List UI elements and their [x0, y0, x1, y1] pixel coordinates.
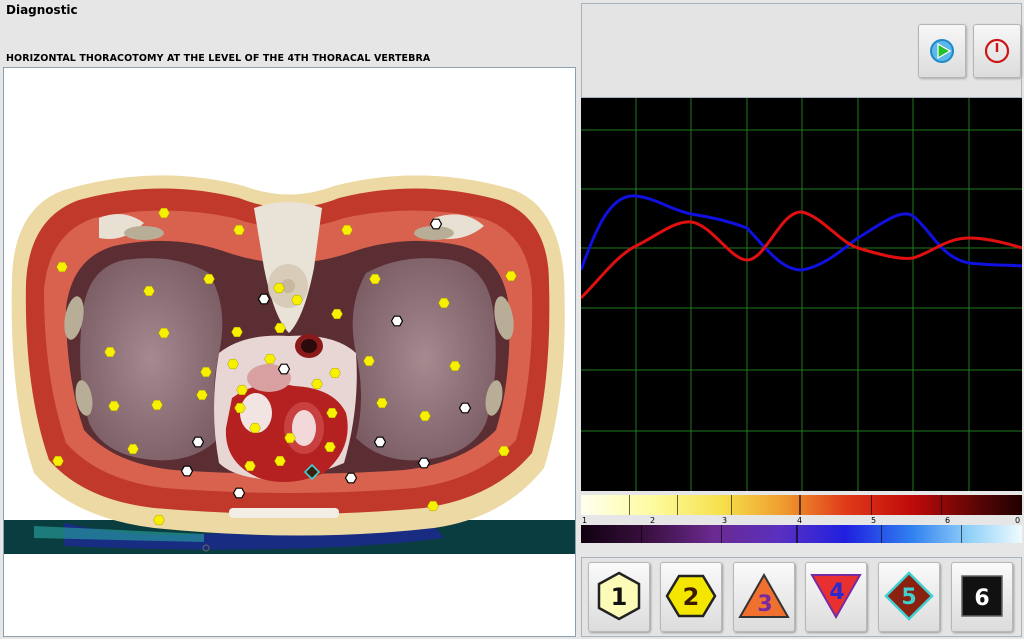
spectrum-svg: 1 2 3 4 5 6 0	[581, 495, 1022, 543]
marker-label-2: 2	[683, 583, 700, 611]
marker-label-6: 6	[974, 586, 989, 611]
white-hex-marker[interactable]	[277, 363, 291, 375]
triangle-down-marker-icon: 4	[810, 574, 862, 620]
signal-graph-svg	[579, 98, 1023, 491]
hexagon-marker-icon: 1	[597, 571, 641, 621]
triangle-up-marker-icon: 3	[738, 572, 790, 618]
marker-button-6[interactable]: 6	[951, 562, 1013, 632]
white-hex-marker[interactable]	[429, 218, 443, 230]
marker-label-3: 3	[757, 592, 772, 617]
play-icon	[930, 39, 954, 63]
scale-label-6: 6	[945, 516, 950, 525]
marker-button-4[interactable]: 4	[805, 562, 867, 632]
scale-label-4: 4	[797, 516, 802, 525]
right-pane: 1 2 3 4 5 6 0 1 2 3 4 5 6	[579, 3, 1023, 637]
power-icon	[984, 38, 1010, 64]
color-spectrum-scale: 1 2 3 4 5 6 0	[581, 493, 1022, 545]
power-button[interactable]	[973, 24, 1021, 78]
scale-label-5: 5	[871, 516, 876, 525]
thorax-cross-section-image[interactable]	[4, 68, 576, 637]
marker-button-3[interactable]: 3	[733, 562, 795, 632]
diamond-marker-icon: 5	[884, 571, 934, 621]
white-hex-marker[interactable]	[232, 487, 246, 499]
play-button[interactable]	[918, 24, 966, 78]
scale-label-0: 0	[1015, 516, 1020, 525]
window-title: Diagnostic	[6, 3, 78, 17]
marker-button-2[interactable]: 2	[660, 562, 722, 632]
white-hex-marker[interactable]	[373, 436, 387, 448]
scan-image-panel	[3, 67, 576, 637]
marker-label-1: 1	[611, 583, 628, 611]
marker-label-5: 5	[901, 585, 916, 610]
marker-button-1[interactable]: 1	[588, 562, 650, 632]
white-hex-marker[interactable]	[458, 402, 472, 414]
scale-label-2: 2	[650, 516, 655, 525]
scale-label-3: 3	[722, 516, 727, 525]
hexagon-filled-marker-icon: 2	[665, 574, 717, 618]
signal-graph	[579, 98, 1023, 491]
marker-palette: 1 2 3 4 5 6	[581, 557, 1022, 637]
marker-label-4: 4	[829, 580, 844, 605]
white-hex-marker[interactable]	[191, 436, 205, 448]
left-pane: Diagnostic HORIZONTAL THORACOTOMY AT THE…	[0, 0, 580, 639]
white-hex-marker[interactable]	[257, 293, 271, 305]
toolbar	[581, 3, 1022, 98]
white-hex-marker[interactable]	[390, 315, 404, 327]
square-marker-icon: 6	[961, 575, 1003, 617]
scale-label-1: 1	[582, 516, 587, 525]
white-hex-marker[interactable]	[180, 465, 194, 477]
white-hex-marker[interactable]	[344, 472, 358, 484]
white-hex-marker[interactable]	[417, 457, 431, 469]
marker-button-5[interactable]: 5	[878, 562, 940, 632]
scan-heading: HORIZONTAL THORACOTOMY AT THE LEVEL OF T…	[6, 53, 431, 64]
